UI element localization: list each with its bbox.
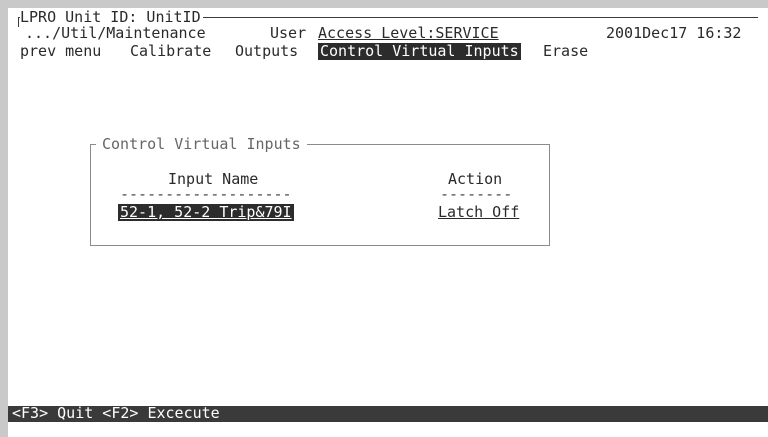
breadcrumb-path: .../Util/Maintenance bbox=[25, 24, 206, 42]
menu-item-erase[interactable]: Erase bbox=[543, 43, 588, 60]
function-key-bar: <F3> Quit <F2> Excecute bbox=[8, 405, 768, 422]
action-separator: -------- bbox=[440, 185, 513, 203]
user-label: User bbox=[270, 24, 307, 42]
menu-item-outputs[interactable]: Outputs bbox=[235, 43, 298, 60]
menu-item-control-virtual-inputs[interactable]: Control Virtual Inputs bbox=[318, 43, 521, 60]
action-cell[interactable]: Latch Off bbox=[438, 204, 519, 221]
datetime: 2001Dec17 16:32 bbox=[606, 24, 742, 42]
menu-item-prev-menu[interactable]: prev menu bbox=[20, 43, 101, 60]
header-frame-left bbox=[18, 17, 19, 27]
input-name-separator: ------------------- bbox=[120, 185, 292, 203]
bottom-strip bbox=[8, 422, 768, 437]
panel-title: Control Virtual Inputs bbox=[96, 136, 307, 153]
terminal-screen: LPRO Unit ID: UnitID .../Util/Maintenanc… bbox=[8, 8, 768, 437]
access-level-link[interactable]: Access Level:SERVICE bbox=[318, 25, 499, 42]
function-key-hints[interactable]: <F3> Quit <F2> Excecute bbox=[12, 405, 220, 422]
input-name-cell[interactable]: 52-1, 52-2 Trip&79I bbox=[118, 204, 294, 221]
menu-item-calibrate[interactable]: Calibrate bbox=[130, 43, 211, 60]
